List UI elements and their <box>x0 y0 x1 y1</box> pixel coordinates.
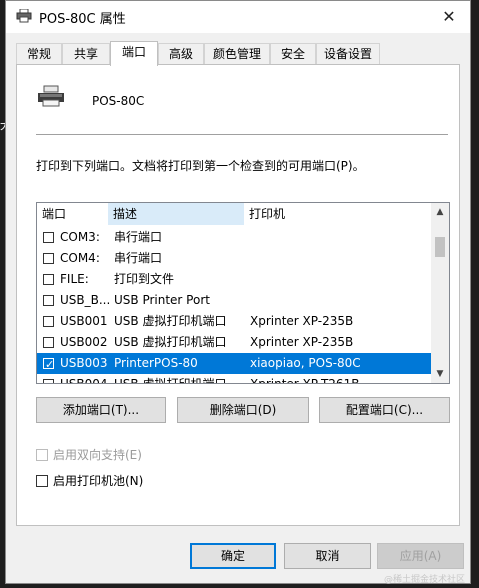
port-description: USB 虚拟打印机端口 <box>114 377 227 384</box>
port-printer: Xprinter XP-235B <box>250 335 354 349</box>
port-checkbox[interactable] <box>43 316 54 327</box>
port-row[interactable]: USB_B... USB Printer Port <box>37 290 431 311</box>
printer-properties-dialog: POS-80C 属性 ✕ 常规 共享 端口 高级 颜色管理 安全 设备设置 PO… <box>5 0 471 584</box>
ports-tab-panel: POS-80C 打印到下列端口。文档将打印到第一个检查到的可用端口(P)。 端口… <box>16 64 460 526</box>
window-title: POS-80C 属性 <box>39 12 126 27</box>
scroll-up-icon[interactable]: ▲ <box>431 203 449 221</box>
cancel-button[interactable]: 取消 <box>284 543 371 569</box>
port-checkbox-checked[interactable]: ✓ <box>43 358 54 371</box>
port-description: USB Printer Port <box>114 293 210 307</box>
port-checkbox[interactable] <box>43 379 54 383</box>
separator <box>36 134 448 135</box>
printer-pooling-label: 启用打印机池(N) <box>53 474 144 488</box>
port-checkbox[interactable] <box>43 232 54 243</box>
port-row[interactable]: USB001 USB 虚拟打印机端口 Xprinter XP-235B <box>37 311 431 332</box>
watermark: @稀土掘金技术社区 <box>384 575 466 585</box>
checkbox-box <box>36 449 48 461</box>
tab-general[interactable]: 常规 <box>16 43 62 64</box>
port-list[interactable]: 端口 描述 打印机 COM3: 串行端口 COM4: 串行端口 FILE: 打印… <box>36 202 450 384</box>
title-bar[interactable]: POS-80C 属性 ✕ <box>6 1 470 33</box>
port-checkbox[interactable] <box>43 274 54 285</box>
printer-icon <box>38 85 64 107</box>
printer-title-icon <box>16 9 32 23</box>
port-printer: Xprinter XP-235B <box>250 314 354 328</box>
close-button[interactable]: ✕ <box>436 5 462 29</box>
add-port-button[interactable]: 添加端口(T)... <box>36 397 166 423</box>
port-description: 串行端口 <box>114 251 163 265</box>
column-header-port[interactable]: 端口 <box>37 203 108 225</box>
port-printer: Xprinter XP-T261B <box>250 377 360 384</box>
port-checkbox[interactable] <box>43 253 54 264</box>
close-icon: ✕ <box>442 7 456 26</box>
configure-port-button[interactable]: 配置端口(C)... <box>319 397 450 423</box>
port-row[interactable]: COM3: 串行端口 <box>37 227 431 248</box>
port-checkbox[interactable] <box>43 337 54 348</box>
port-name: COM4: <box>60 251 100 265</box>
column-header-description[interactable]: 描述 <box>108 203 244 225</box>
port-row[interactable]: USB002 USB 虚拟打印机端口 Xprinter XP-235B <box>37 332 431 353</box>
column-header-printer[interactable]: 打印机 <box>244 203 431 225</box>
tab-advanced[interactable]: 高级 <box>158 43 204 64</box>
port-name: COM3: <box>60 230 100 244</box>
tab-color-management[interactable]: 颜色管理 <box>204 43 270 64</box>
tab-device-settings[interactable]: 设备设置 <box>316 43 380 64</box>
vertical-scrollbar[interactable]: ▲ ▼ <box>431 203 449 383</box>
scroll-thumb[interactable] <box>435 237 445 257</box>
port-checkbox[interactable] <box>43 295 54 306</box>
port-instruction: 打印到下列端口。文档将打印到第一个检查到的可用端口(P)。 <box>36 159 365 173</box>
printer-name: POS-80C <box>92 94 145 108</box>
tab-ports[interactable]: 端口 <box>110 41 158 66</box>
port-description: 串行端口 <box>114 230 163 244</box>
port-description: USB 虚拟打印机端口 <box>114 335 227 349</box>
checkmark-icon: ✓ <box>45 358 55 371</box>
port-row-selected[interactable]: ✓ USB003 PrinterPOS-80 xiaopiao, POS-80C <box>37 353 431 374</box>
tab-bar: 常规 共享 端口 高级 颜色管理 安全 设备设置 <box>6 41 470 66</box>
tab-security[interactable]: 安全 <box>270 43 316 64</box>
port-name: USB_B... <box>60 293 111 307</box>
checkbox-box <box>36 475 48 487</box>
port-printer: xiaopiao, POS-80C <box>250 356 361 370</box>
port-name: USB002 <box>60 335 108 349</box>
port-row[interactable]: FILE: 打印到文件 <box>37 269 431 290</box>
port-row[interactable]: COM4: 串行端口 <box>37 248 431 269</box>
delete-port-button[interactable]: 删除端口(D) <box>177 397 309 423</box>
port-description: USB 虚拟打印机端口 <box>114 314 227 328</box>
port-description: PrinterPOS-80 <box>114 356 198 370</box>
port-name: FILE: <box>60 272 89 286</box>
port-description: 打印到文件 <box>114 272 175 286</box>
port-row[interactable]: USB004 USB 虚拟打印机端口 Xprinter XP-T261B <box>37 374 431 384</box>
port-name: USB004 <box>60 377 108 384</box>
bidirectional-support-label: 启用双向支持(E) <box>53 448 142 462</box>
tab-sharing[interactable]: 共享 <box>62 43 110 64</box>
scroll-down-icon[interactable]: ▼ <box>431 365 449 383</box>
port-name: USB001 <box>60 314 108 328</box>
background-right <box>470 0 479 588</box>
ok-button[interactable]: 确定 <box>190 543 276 569</box>
apply-button[interactable]: 应用(A) <box>377 543 464 569</box>
port-name: USB003 <box>60 356 108 370</box>
